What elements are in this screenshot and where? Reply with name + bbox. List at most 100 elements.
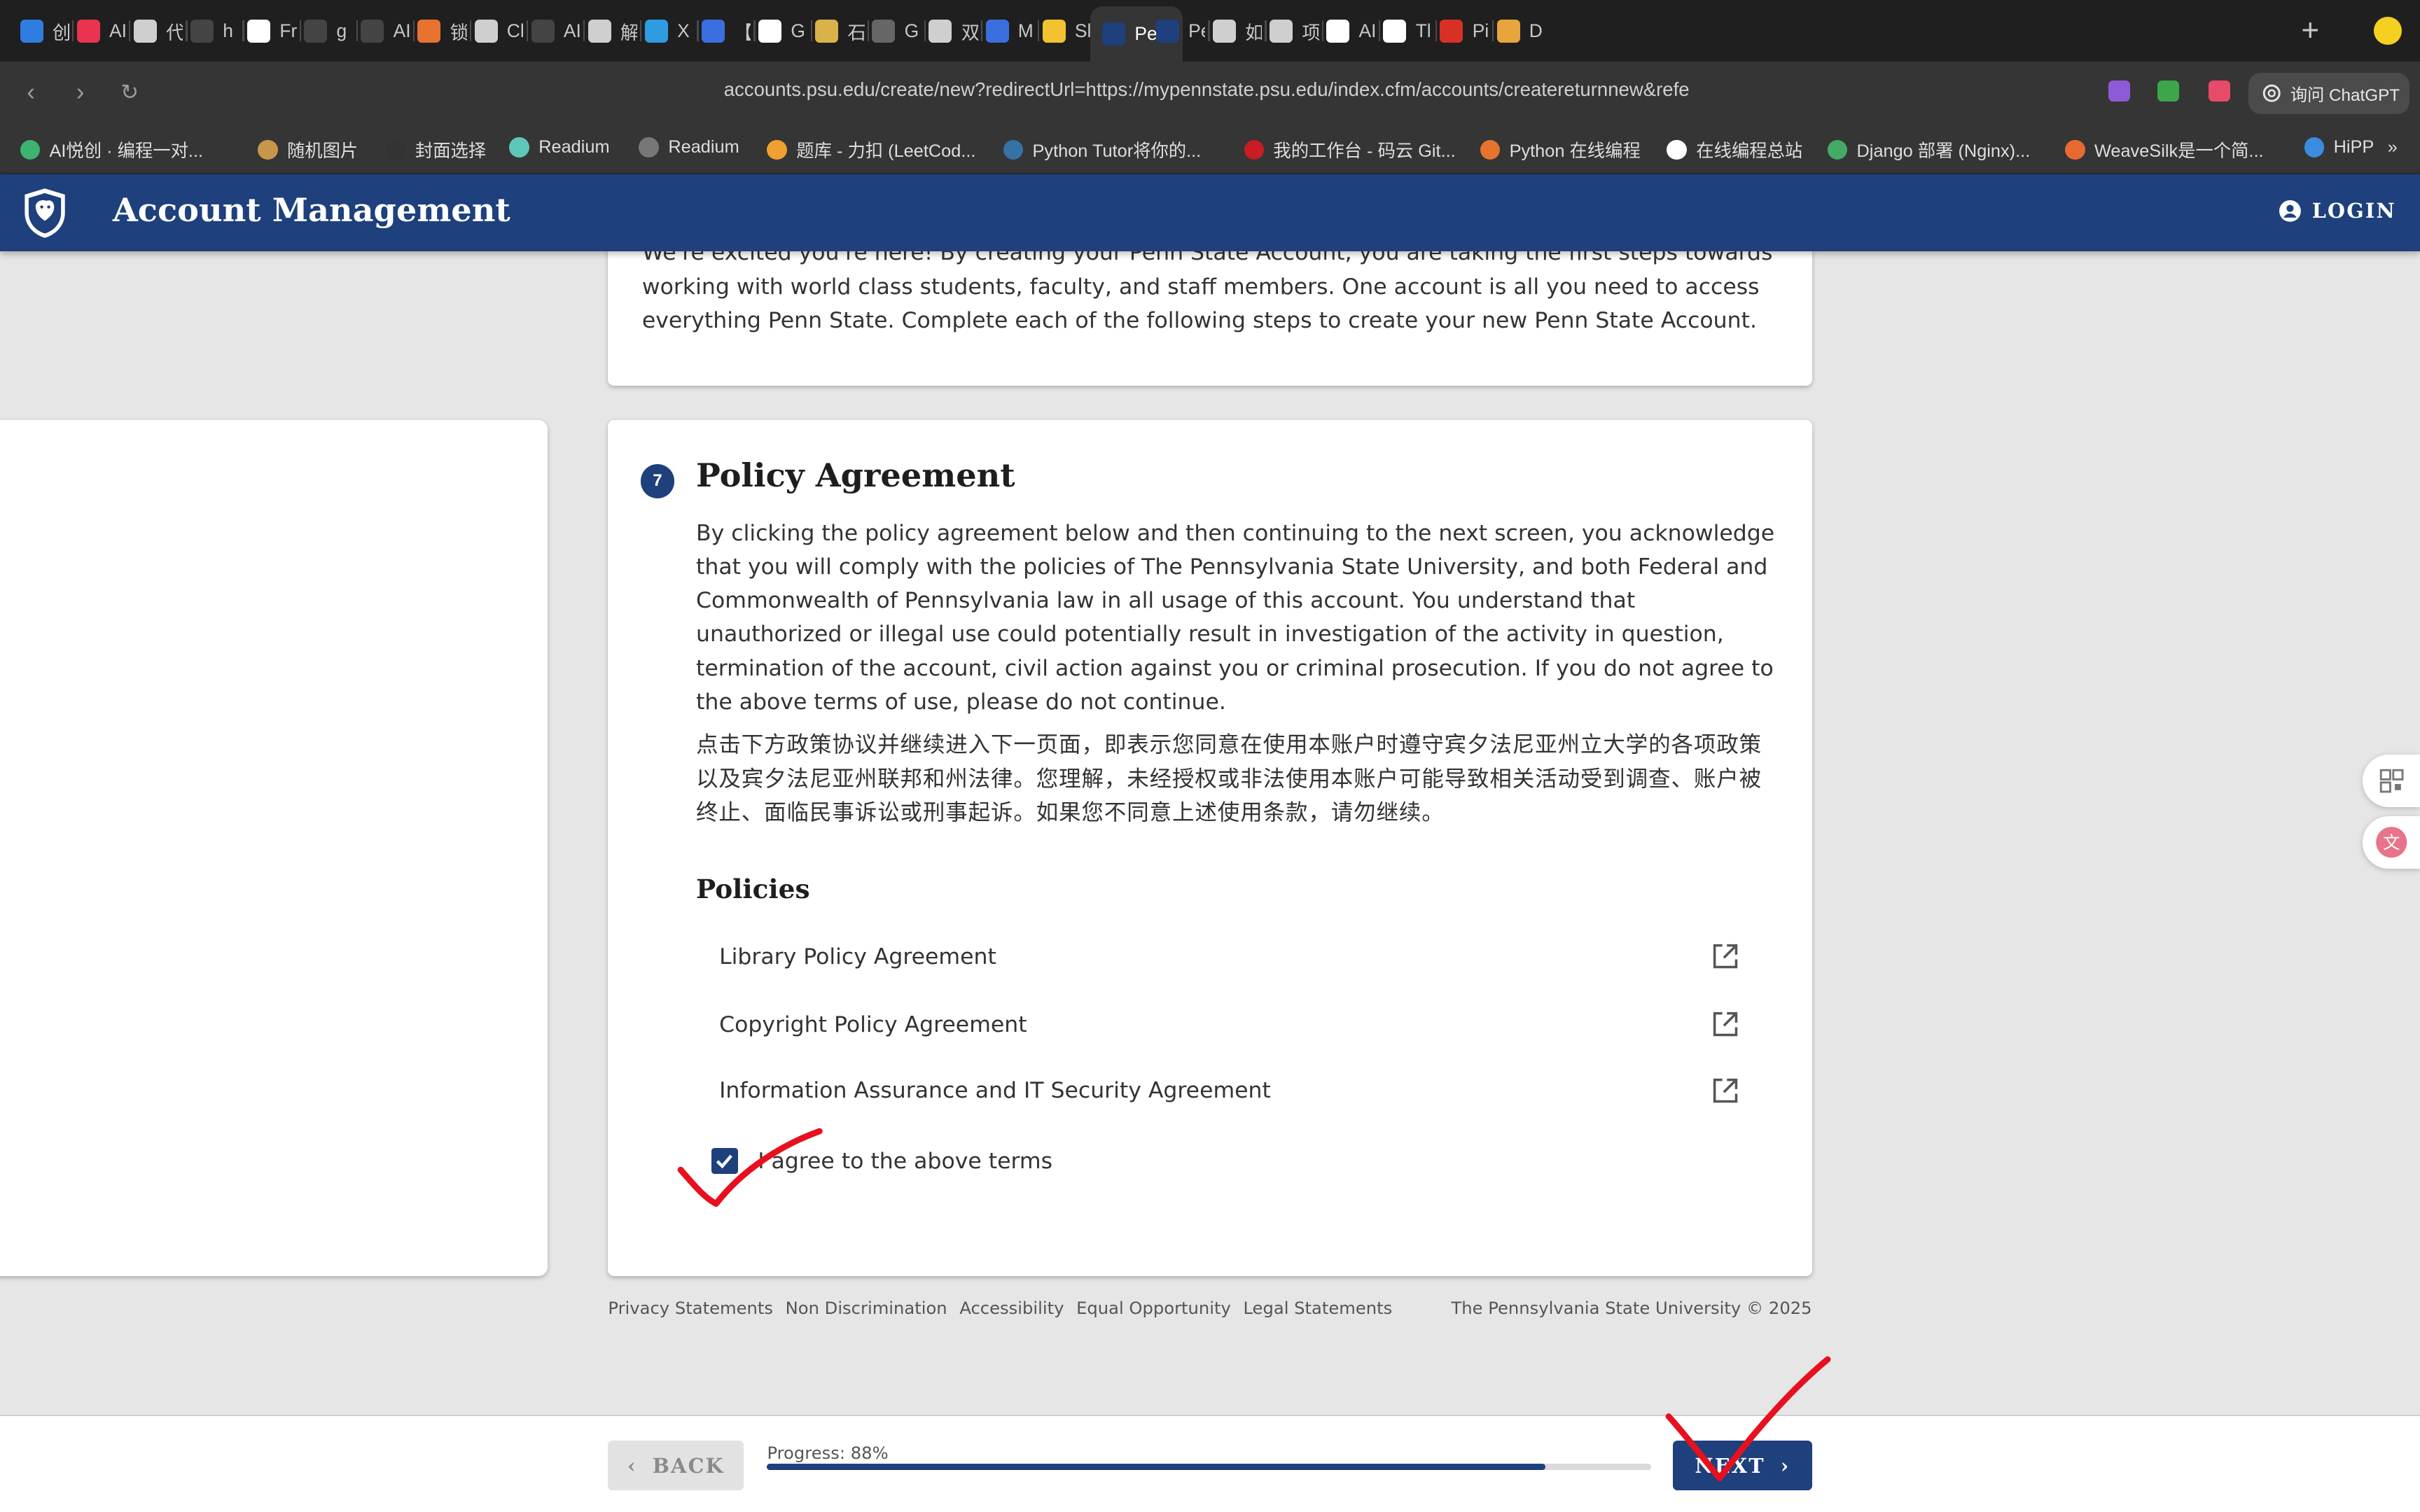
bookmark-item[interactable]: WeaveSilk是一个简... — [2065, 137, 2264, 162]
open-external-icon[interactable] — [1710, 1009, 1741, 1040]
tab-favicon-icon — [20, 19, 43, 43]
bookmark-item[interactable]: Python 在线编程 — [1480, 137, 1641, 162]
tab-title: X — [677, 20, 690, 41]
tab-separator — [72, 20, 74, 42]
browser-tab[interactable]: 代 — [133, 13, 183, 50]
browser-tab[interactable]: 如 — [1212, 13, 1262, 50]
open-external-icon[interactable] — [1710, 941, 1741, 972]
policy-link-copyright[interactable]: Copyright Policy Agreement — [696, 993, 1764, 1055]
tab-title: 锁 — [450, 22, 467, 43]
bookmark-item[interactable]: 我的工作台 - 码云 Git... — [1244, 137, 1456, 162]
tab-title: Cl — [506, 20, 524, 41]
browser-tab[interactable]: AI — [531, 13, 580, 50]
back-arrow-icon[interactable]: ‹ — [15, 77, 46, 108]
extension-icon[interactable] — [2157, 80, 2180, 102]
footer-link-equal-opportunity[interactable]: Equal Opportunity — [1076, 1298, 1231, 1318]
footer-link-privacy[interactable]: Privacy Statements — [608, 1298, 773, 1318]
translate-extension-icon[interactable] — [2209, 80, 2230, 102]
tab-favicon-icon — [1102, 22, 1126, 46]
bookmark-favicon-icon — [639, 137, 660, 158]
policy-link-it-security[interactable]: Information Assurance and IT Security Ag… — [696, 1060, 1764, 1121]
browser-tab[interactable]: h — [190, 13, 240, 50]
new-tab-button[interactable]: + — [2301, 13, 2319, 50]
footer-link-legal[interactable]: Legal Statements — [1243, 1298, 1392, 1318]
browser-tab[interactable]: 创 — [20, 13, 69, 50]
qr-widget-button[interactable] — [2363, 754, 2420, 807]
tab-favicon-icon — [1326, 19, 1350, 43]
bookmark-label: Django 部署 (Nginx)... — [1856, 141, 2031, 162]
browser-tab[interactable]: Fr — [247, 13, 297, 50]
bookmark-item[interactable]: HiPP — [2304, 137, 2374, 158]
browser-tab[interactable]: Tl — [1383, 13, 1433, 50]
bookmark-label: Python Tutor将你的... — [1032, 141, 1202, 162]
tab-separator — [753, 20, 756, 42]
browser-tab[interactable]: G — [872, 13, 922, 50]
browser-tab[interactable]: Sl — [1042, 13, 1092, 50]
tab-title: 双 — [961, 22, 978, 43]
browser-tab[interactable]: 项 — [1270, 13, 1319, 50]
penn-state-shield-logo[interactable] — [22, 187, 68, 239]
step-sidebar-panel — [0, 419, 548, 1276]
bookmark-item[interactable]: Python Tutor将你的... — [1003, 137, 1202, 162]
browser-tab[interactable]: 石 — [815, 13, 865, 50]
browser-tab[interactable]: 双 — [929, 13, 978, 50]
agree-terms-row[interactable]: I agree to the above terms — [711, 1147, 1052, 1175]
address-bar[interactable]: accounts.psu.edu/create/new?redirectUrl=… — [724, 78, 1697, 101]
policy-link-library[interactable]: Library Policy Agreement — [696, 925, 1764, 987]
browser-tab[interactable]: g — [304, 13, 354, 50]
bookmark-item[interactable]: 题库 - 力扣 (LeetCod... — [767, 137, 975, 162]
ask-chatgpt-label: 询问 ChatGPT — [2290, 85, 2400, 105]
bookmark-label: WeaveSilk是一个简... — [2094, 141, 2264, 162]
reload-icon[interactable]: ↻ — [114, 77, 145, 108]
back-button[interactable]: ‹ BACK — [608, 1441, 744, 1490]
browser-tab[interactable]: 解 — [587, 13, 637, 50]
login-button[interactable]: LOGIN — [2279, 199, 2395, 223]
browser-tab[interactable]: Pi — [1440, 13, 1489, 50]
tab-title: M — [1017, 20, 1034, 41]
intro-text: We're excited you're here! By creating y… — [641, 251, 1773, 334]
translate-widget-button[interactable]: 文 — [2363, 816, 2420, 869]
next-button[interactable]: NEXT › — [1673, 1441, 1812, 1490]
open-external-icon[interactable] — [1710, 1075, 1741, 1106]
tab-favicon-icon — [815, 19, 839, 43]
progress-bar — [767, 1464, 1652, 1471]
bookmark-item[interactable]: Django 部署 (Nginx)... — [1827, 137, 2031, 162]
policy-link-label: Library Policy Agreement — [719, 944, 996, 969]
browser-tab[interactable]: AI — [76, 13, 126, 50]
bookmark-item[interactable]: 封面选择 — [386, 137, 486, 162]
browser-tab[interactable]: Pe — [1155, 13, 1205, 50]
tab-separator — [1491, 20, 1494, 42]
bookmark-item[interactable]: 在线编程总站 — [1667, 137, 1802, 162]
browser-tab[interactable]: X — [644, 13, 695, 50]
bookmark-item[interactable]: 随机图片 — [258, 137, 358, 162]
browser-tab[interactable]: Cl — [474, 13, 524, 50]
login-label: LOGIN — [2311, 199, 2396, 223]
bookmark-label: 在线编程总站 — [1696, 141, 1803, 162]
browser-tab[interactable]: D — [1496, 13, 1547, 50]
bookmarks-overflow-icon[interactable]: » — [2388, 137, 2398, 158]
bookmark-item[interactable]: Readium — [639, 137, 739, 158]
browser-tab[interactable]: 【 — [701, 13, 751, 50]
tab-separator — [469, 20, 472, 42]
tab-title: G — [904, 20, 919, 41]
browser-tab[interactable]: 锁 — [417, 13, 467, 50]
ask-chatgpt-button[interactable]: 询问 ChatGPT — [2248, 72, 2409, 115]
footer-link-non-discrimination[interactable]: Non Discrimination — [786, 1298, 947, 1318]
agree-label: I agree to the above terms — [758, 1148, 1052, 1174]
bookmark-label: Python 在线编程 — [1509, 141, 1641, 162]
browser-tab[interactable]: G — [758, 13, 808, 50]
browser-tab[interactable]: AI — [1326, 13, 1376, 50]
footer-link-accessibility[interactable]: Accessibility — [959, 1298, 1064, 1318]
bookmark-item[interactable]: AI悦创 · 编程一对... — [20, 137, 203, 162]
tab-favicon-icon — [701, 19, 725, 43]
browser-tab[interactable]: M — [985, 13, 1036, 50]
app-title: Account Management — [112, 191, 510, 230]
forward-arrow-icon[interactable]: › — [65, 77, 96, 108]
extension-icon[interactable] — [2108, 80, 2130, 102]
bookmark-item[interactable]: Readium — [509, 137, 610, 158]
bookmark-label: Readium — [538, 137, 610, 158]
profile-avatar[interactable] — [2373, 13, 2402, 50]
page-content: We're excited you're here! By creating y… — [0, 251, 2420, 1512]
agree-checkbox[interactable] — [711, 1147, 738, 1175]
browser-tab[interactable]: AI — [361, 13, 410, 50]
